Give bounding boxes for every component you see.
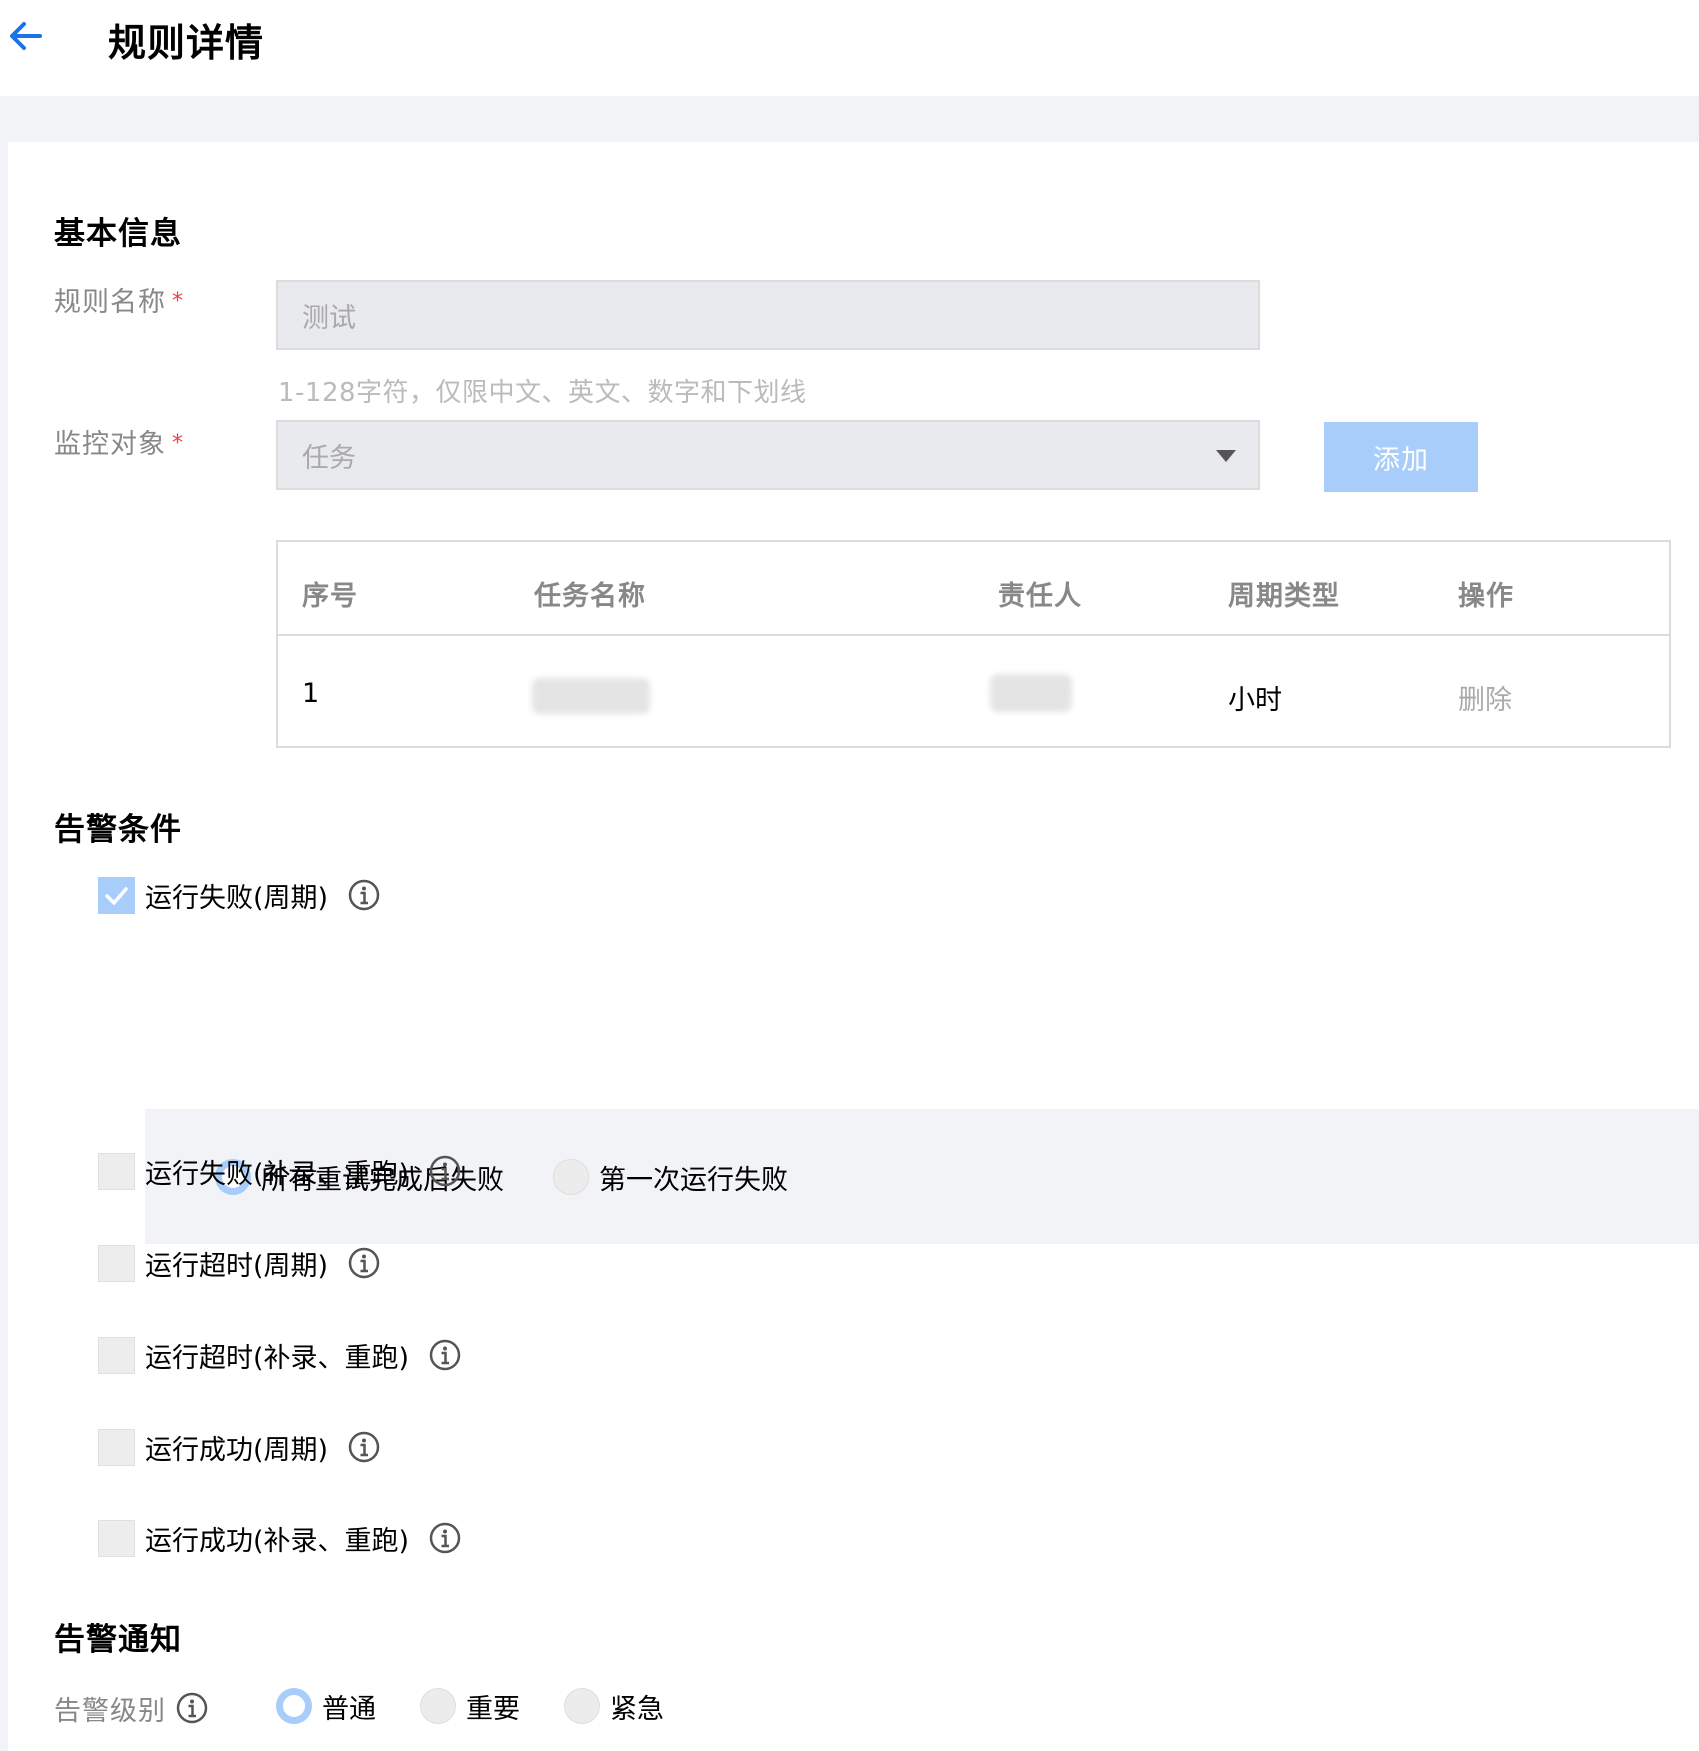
- cell-index: 1: [302, 678, 320, 709]
- rule-name-hint: 1-128字符，仅限中文、英文、数字和下划线: [278, 378, 807, 408]
- required-mark: *: [172, 431, 184, 456]
- radio-option[interactable]: 紧急: [564, 1686, 664, 1726]
- alert-level-label-text: 告警级别: [54, 1695, 166, 1727]
- radio-unselected[interactable]: [553, 1159, 589, 1195]
- checkbox[interactable]: [98, 1244, 135, 1282]
- rule-name-label: 规则名称 *: [54, 280, 184, 319]
- rule-detail-form: 基本信息 规则名称 * 测试 1-128字符，仅限中文、英文、数字和下划线 监控对…: [8, 142, 1699, 1751]
- checkbox[interactable]: [98, 1336, 135, 1374]
- monitor-object-label: 监控对象 *: [54, 422, 184, 461]
- section-title-basic-info: 基本信息: [54, 216, 182, 252]
- radio-option[interactable]: 重要: [420, 1686, 520, 1726]
- condition-label: 运行成功(补录、重跑): [145, 1525, 410, 1557]
- radio-unselected[interactable]: [564, 1688, 600, 1724]
- delete-link[interactable]: 删除: [1458, 678, 1512, 717]
- content-left-edge: [0, 142, 8, 1751]
- condition-label: 运行超时(周期): [145, 1250, 329, 1282]
- column-header-task-name: 任务名称: [534, 581, 646, 612]
- radio-label: 紧急: [610, 1693, 664, 1725]
- condition-label: 运行失败(补录、重跑): [145, 1158, 410, 1190]
- info-icon[interactable]: [429, 1155, 461, 1187]
- header-spacer: [0, 96, 1699, 142]
- info-icon[interactable]: [348, 1431, 380, 1463]
- table-divider: [278, 634, 1669, 636]
- info-icon[interactable]: [176, 1692, 208, 1724]
- condition-item[interactable]: 运行成功(补录、重跑): [98, 1518, 461, 1558]
- required-mark: *: [172, 289, 184, 314]
- condition-item[interactable]: 运行失败(补录、重跑): [98, 1151, 461, 1191]
- add-button[interactable]: 添加: [1324, 422, 1478, 492]
- condition-item[interactable]: 运行超时(补录、重跑): [98, 1335, 461, 1375]
- checkbox[interactable]: [98, 1519, 135, 1557]
- column-header-index: 序号: [302, 581, 358, 612]
- section-title-alert-notify: 告警通知: [54, 1622, 182, 1658]
- info-icon[interactable]: [429, 1522, 461, 1554]
- chevron-down-icon: [1216, 450, 1236, 462]
- condition-item[interactable]: 运行成功(周期): [98, 1427, 380, 1467]
- rule-name-input[interactable]: 测试: [276, 280, 1260, 350]
- monitor-object-value: 任务: [302, 443, 356, 474]
- monitor-object-select[interactable]: 任务: [276, 420, 1260, 490]
- info-icon[interactable]: [348, 879, 380, 911]
- radio-option[interactable]: 普通: [276, 1686, 376, 1726]
- info-icon[interactable]: [348, 1247, 380, 1279]
- condition-label: 运行超时(补录、重跑): [145, 1342, 410, 1374]
- task-table: 序号 任务名称 责任人 周期类型 操作 1 小时 删除: [276, 540, 1671, 748]
- radio-unselected[interactable]: [420, 1688, 456, 1724]
- radio-label: 重要: [466, 1693, 520, 1725]
- condition-label: 运行成功(周期): [145, 1434, 329, 1466]
- checkbox[interactable]: [98, 1428, 135, 1466]
- rule-name-label-text: 规则名称: [54, 287, 166, 318]
- checkbox-checked[interactable]: [98, 876, 135, 914]
- condition-item[interactable]: 运行超时(周期): [98, 1243, 380, 1283]
- cell-cycle-type: 小时: [1228, 685, 1282, 716]
- radio-label: 普通: [322, 1693, 376, 1725]
- checkbox[interactable]: [98, 1152, 135, 1190]
- alert-level-label: 告警级别: [54, 1688, 208, 1728]
- back-arrow-icon[interactable]: [6, 18, 46, 54]
- radio-selected[interactable]: [276, 1688, 312, 1724]
- rule-name-value: 测试: [302, 303, 356, 334]
- monitor-object-label-text: 监控对象: [54, 429, 166, 460]
- owner-redacted: [990, 674, 1072, 712]
- check-icon: [105, 886, 128, 905]
- section-title-alert-conditions: 告警条件: [54, 812, 182, 848]
- column-header-owner: 责任人: [998, 581, 1082, 612]
- radio-option[interactable]: 第一次运行失败: [553, 1157, 788, 1197]
- page-title: 规则详情: [108, 21, 265, 65]
- page-header: 规则详情: [0, 0, 1699, 96]
- condition-label: 运行失败(周期): [145, 882, 329, 914]
- radio-label: 第一次运行失败: [599, 1164, 788, 1196]
- column-header-action: 操作: [1458, 581, 1514, 612]
- info-icon[interactable]: [429, 1339, 461, 1371]
- column-header-cycle-type: 周期类型: [1228, 581, 1340, 612]
- task-name-redacted: [532, 678, 650, 714]
- condition-item[interactable]: 运行失败(周期): [98, 875, 380, 915]
